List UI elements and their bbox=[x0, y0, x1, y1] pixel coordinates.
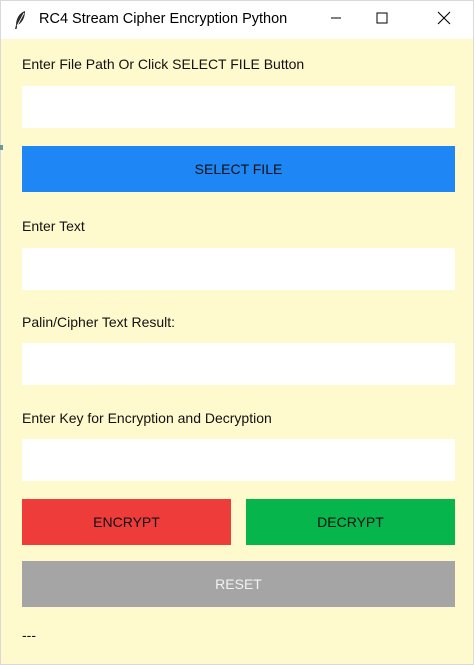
status-text: --- bbox=[22, 627, 36, 643]
window-edge-mark bbox=[0, 145, 3, 150]
text-input[interactable] bbox=[22, 248, 455, 290]
select-file-button[interactable]: SELECT FILE bbox=[22, 146, 455, 192]
title-bar[interactable]: RC4 Stream Cipher Encryption Python bbox=[1, 1, 473, 39]
key-input[interactable] bbox=[22, 439, 455, 481]
feather-icon bbox=[13, 10, 27, 30]
app-window: RC4 Stream Cipher Encryption Python Ente… bbox=[0, 0, 474, 665]
result-field[interactable] bbox=[22, 343, 455, 385]
minimize-button[interactable] bbox=[313, 1, 359, 39]
reset-button[interactable]: RESET bbox=[22, 561, 455, 607]
close-button[interactable] bbox=[421, 1, 467, 39]
file-path-label: Enter File Path Or Click SELECT FILE But… bbox=[22, 56, 305, 72]
key-label: Enter Key for Encryption and Decryption bbox=[22, 410, 272, 426]
text-label: Enter Text bbox=[22, 218, 85, 234]
decrypt-button[interactable]: DECRYPT bbox=[246, 499, 455, 545]
file-path-input[interactable] bbox=[22, 86, 455, 128]
close-icon bbox=[437, 11, 451, 30]
encrypt-button[interactable]: ENCRYPT bbox=[22, 499, 231, 545]
window-title: RC4 Stream Cipher Encryption Python bbox=[39, 11, 288, 27]
result-label: Palin/Cipher Text Result: bbox=[22, 314, 176, 330]
maximize-icon bbox=[376, 11, 388, 29]
maximize-button[interactable] bbox=[359, 1, 405, 39]
minimize-icon bbox=[330, 11, 342, 29]
